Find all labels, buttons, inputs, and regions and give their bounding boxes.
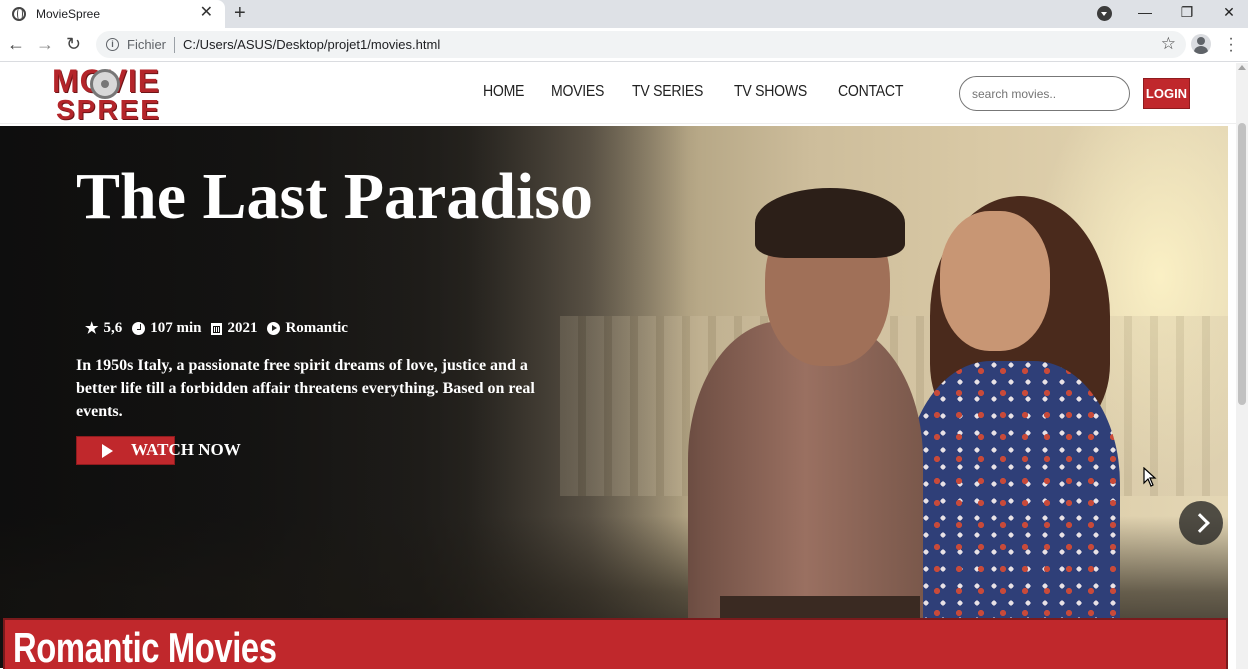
info-icon[interactable]: i — [106, 38, 119, 51]
minimize-button[interactable]: — — [1123, 0, 1167, 28]
genre: Romantic — [267, 320, 348, 337]
watch-now-label[interactable]: WATCH NOW — [131, 440, 241, 460]
account-icon[interactable] — [1191, 34, 1211, 54]
clock-icon — [132, 322, 146, 335]
play-icon[interactable] — [102, 444, 113, 458]
tab-search-icon[interactable] — [1097, 6, 1112, 21]
main-nav: HOME MOVIES TV SERIES TV SHOWS CONTACT — [483, 83, 912, 101]
play-circle-icon — [267, 322, 281, 335]
nav-movies[interactable]: MOVIES — [551, 83, 604, 101]
nav-tv-shows[interactable]: TV SHOWS — [734, 83, 807, 101]
hero-title: The Last Paradiso — [76, 160, 594, 233]
new-tab-button[interactable]: + — [234, 2, 246, 24]
login-button[interactable]: LOGIN — [1143, 78, 1190, 109]
site-navbar: MOVIE SPREE HOME MOVIES TV SERIES TV SHO… — [0, 63, 1236, 125]
star-icon: ★ — [85, 321, 99, 337]
back-button[interactable]: ← — [7, 33, 25, 55]
page-viewport: The Last Paradiso ★ 5,6 107 min 2021 Rom… — [0, 63, 1236, 669]
close-window-button[interactable]: ✕ — [1207, 0, 1248, 28]
logo-word-spree[interactable]: SPREE — [56, 94, 161, 126]
address-separator — [174, 36, 176, 53]
year-value: 2021 — [227, 320, 258, 336]
scroll-up-icon[interactable] — [1238, 65, 1246, 70]
nav-contact[interactable]: CONTACT — [838, 83, 903, 101]
rating-value: 5,6 — [103, 320, 123, 336]
hero-banner: The Last Paradiso ★ 5,6 107 min 2021 Rom… — [0, 126, 1228, 668]
scheme-label: Fichier — [127, 37, 167, 52]
rating: ★ 5,6 — [85, 319, 122, 338]
duration-value: 107 min — [150, 320, 202, 336]
restore-button[interactable]: ❐ — [1165, 0, 1209, 28]
browser-toolbar: ← → ↻ i Fichier C:/Users/ASUS/Desktop/pr… — [0, 28, 1248, 62]
tab-title: MovieSpree — [36, 7, 101, 21]
section-header: Romantic Movies — [3, 618, 1228, 669]
hero-image-woman-face — [940, 211, 1050, 351]
nav-tv-series[interactable]: TV SERIES — [632, 83, 703, 101]
hero-image-man-hair — [755, 188, 905, 258]
forward-button[interactable]: → — [36, 33, 54, 55]
close-tab-icon[interactable]: ✕ — [200, 5, 213, 21]
site-logo[interactable]: MOVIE SPREE — [50, 63, 200, 125]
next-slide-arrow-icon[interactable] — [1179, 501, 1223, 545]
page-scrollbar[interactable] — [1236, 63, 1248, 669]
tab-strip: MovieSpree ✕ + — ❐ ✕ — [0, 0, 1248, 28]
search-input[interactable] — [959, 76, 1130, 111]
scroll-thumb[interactable] — [1238, 123, 1246, 405]
year: 2021 — [211, 320, 257, 337]
browser-menu-icon[interactable]: · · · — [1228, 31, 1234, 59]
bookmark-star-icon[interactable]: ☆ — [1161, 34, 1176, 54]
movie-meta: ★ 5,6 107 min 2021 Romantic — [85, 319, 348, 338]
address-bar[interactable]: i Fichier C:/Users/ASUS/Desktop/projet1/… — [96, 31, 1186, 58]
browser-tab[interactable]: MovieSpree ✕ — [0, 0, 225, 28]
url-text[interactable]: C:/Users/ASUS/Desktop/projet1/movies.htm… — [183, 37, 440, 52]
section-title: Romantic Movies — [13, 624, 277, 669]
movie-description: In 1950s Italy, a passionate free spirit… — [76, 357, 535, 420]
duration: 107 min — [132, 320, 201, 337]
reload-button[interactable]: ↻ — [66, 33, 81, 55]
genre-value: Romantic — [285, 320, 348, 336]
calendar-icon — [211, 322, 223, 335]
nav-home[interactable]: HOME — [483, 83, 524, 101]
globe-icon — [12, 7, 26, 21]
